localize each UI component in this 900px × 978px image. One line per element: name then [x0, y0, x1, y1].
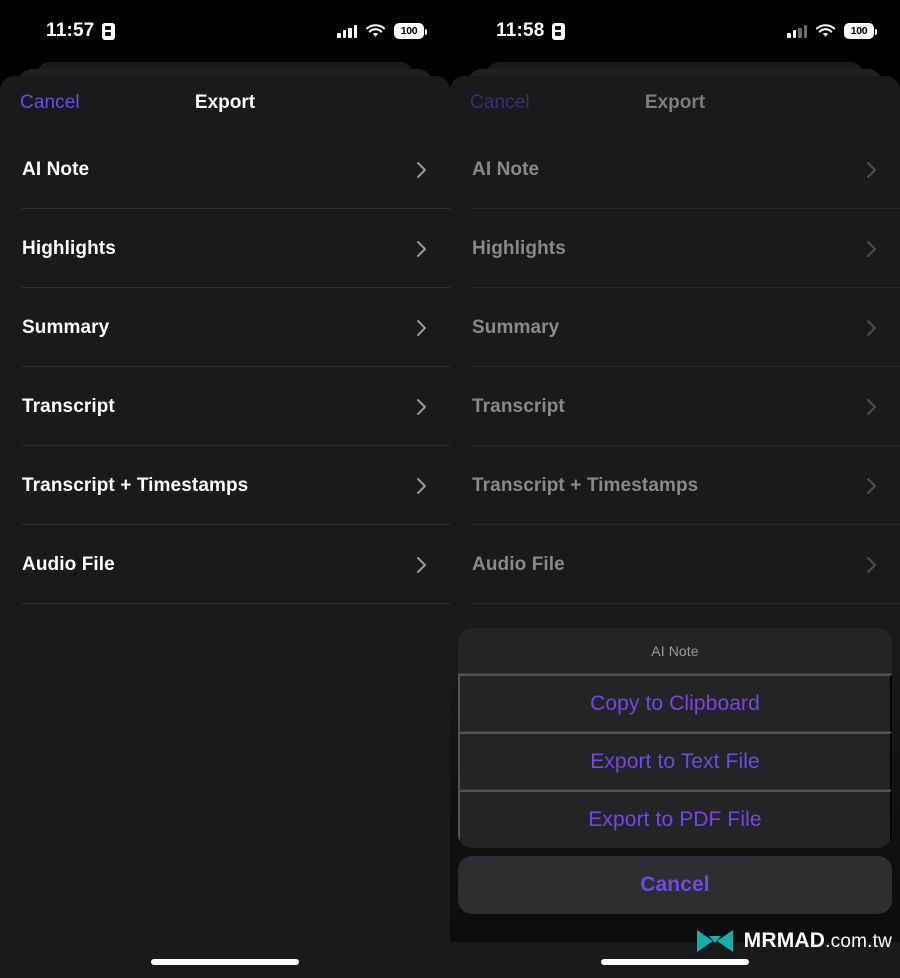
record-indicator-icon	[101, 22, 115, 40]
export-sheet-left: Cancel Export AI Note Highlights Summary	[0, 76, 450, 978]
watermark: MRMAD.com.tw	[695, 928, 892, 954]
status-bar-time: 11:58	[496, 20, 545, 41]
action-export-to-text-file[interactable]: Export to Text File	[458, 732, 892, 790]
chevron-right-icon	[416, 555, 428, 575]
chevron-right-icon	[416, 160, 428, 180]
screenshot-root: 11:57 100 Cancel Export AI Note Highligh…	[0, 0, 900, 978]
status-bar-right-group: 100	[337, 23, 427, 39]
list-item-label: Audio File	[22, 553, 115, 575]
list-item-label: Highlights	[22, 237, 116, 259]
list-item-label: Audio File	[472, 553, 565, 575]
list-item-transcript-timestamps[interactable]: Transcript + Timestamps	[0, 446, 450, 525]
list-item-audio-file[interactable]: Audio File	[450, 525, 900, 604]
list-item-ai-note[interactable]: AI Note	[0, 130, 450, 209]
chevron-right-icon	[416, 397, 428, 417]
list-item-label: Transcript + Timestamps	[22, 474, 249, 496]
status-bar-time: 11:57	[46, 20, 95, 41]
action-sheet-title: AI Note	[458, 628, 892, 674]
record-indicator-icon	[551, 22, 565, 40]
action-sheet-cancel-button[interactable]: Cancel	[458, 856, 892, 914]
phone-panel-left: 11:57 100 Cancel Export AI Note Highligh…	[0, 0, 450, 978]
list-item-summary[interactable]: Summary	[450, 288, 900, 367]
battery-level-label: 100	[850, 24, 868, 37]
mrmad-logo-icon	[695, 928, 735, 954]
action-sheet-group: AI Note Copy to Clipboard Export to Text…	[458, 628, 892, 848]
watermark-text: MRMAD.com.tw	[744, 929, 892, 953]
status-bar-left: 11:57 100	[0, 0, 450, 62]
chevron-right-icon	[416, 476, 428, 496]
action-sheet: AI Note Copy to Clipboard Export to Text…	[458, 628, 892, 914]
list-item-summary[interactable]: Summary	[0, 288, 450, 367]
chevron-right-icon	[416, 318, 428, 338]
list-item-label: Summary	[472, 316, 560, 338]
chevron-right-icon	[866, 239, 878, 259]
chevron-right-icon	[866, 555, 878, 575]
list-item-label: Transcript	[22, 395, 115, 417]
wifi-icon	[816, 24, 835, 38]
chevron-right-icon	[866, 318, 878, 338]
chevron-right-icon	[866, 397, 878, 417]
navigation-bar-left: Cancel Export	[0, 76, 450, 130]
watermark-domain: .com.tw	[825, 931, 892, 952]
list-item-label: Summary	[22, 316, 110, 338]
home-indicator[interactable]	[601, 959, 749, 965]
status-bar-right: 11:58 100	[450, 0, 900, 62]
export-options-list-left: AI Note Highlights Summary Transcript Tr…	[0, 130, 450, 604]
action-export-to-pdf-file[interactable]: Export to PDF File	[458, 790, 892, 848]
navigation-bar-right: Cancel Export	[450, 76, 900, 130]
list-item-ai-note[interactable]: AI Note	[450, 130, 900, 209]
cancel-button[interactable]: Cancel	[470, 92, 530, 114]
battery-icon: 100	[844, 23, 877, 39]
cancel-button[interactable]: Cancel	[20, 92, 80, 114]
battery-level-label: 100	[400, 24, 418, 37]
watermark-brand: MRMAD	[743, 929, 826, 952]
home-indicator[interactable]	[151, 959, 299, 965]
chevron-right-icon	[866, 160, 878, 180]
list-item-transcript[interactable]: Transcript	[450, 367, 900, 446]
list-item-transcript[interactable]: Transcript	[0, 367, 450, 446]
export-options-list-right: AI Note Highlights Summary Transcript Tr…	[450, 130, 900, 604]
battery-icon: 100	[394, 23, 427, 39]
cellular-signal-icon	[337, 24, 357, 38]
status-bar-left-group: 11:58	[496, 20, 565, 42]
list-item-transcript-timestamps[interactable]: Transcript + Timestamps	[450, 446, 900, 525]
list-item-highlights[interactable]: Highlights	[0, 209, 450, 288]
list-item-highlights[interactable]: Highlights	[450, 209, 900, 288]
list-item-label: Transcript	[472, 395, 565, 417]
list-item-label: Transcript + Timestamps	[472, 474, 699, 496]
list-item-label: AI Note	[472, 158, 540, 180]
list-item-label: AI Note	[22, 158, 90, 180]
status-bar-left-group: 11:57	[46, 20, 115, 42]
list-item-audio-file[interactable]: Audio File	[0, 525, 450, 604]
wifi-icon	[366, 24, 385, 38]
cellular-signal-icon	[787, 24, 807, 38]
chevron-right-icon	[866, 476, 878, 496]
status-bar-right-group: 100	[787, 23, 877, 39]
chevron-right-icon	[416, 239, 428, 259]
action-copy-to-clipboard[interactable]: Copy to Clipboard	[458, 674, 892, 732]
list-item-label: Highlights	[472, 237, 566, 259]
phone-panel-right: 11:58 100 Cancel Export AI Note Highligh…	[450, 0, 900, 978]
